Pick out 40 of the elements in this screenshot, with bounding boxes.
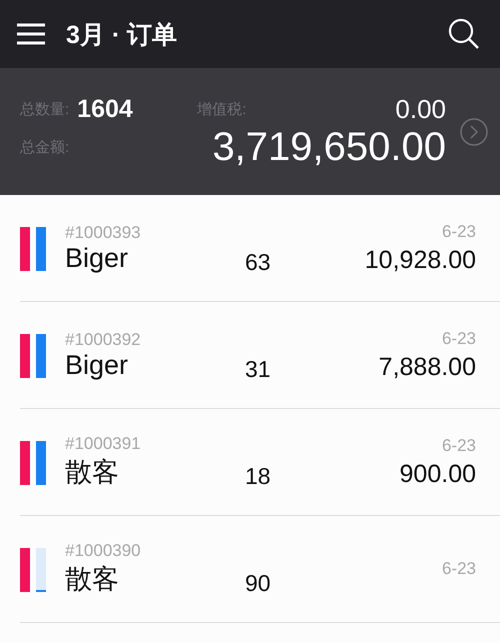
status-meter — [20, 441, 30, 485]
order-row[interactable]: #1000390 散客 90 6-23 — [20, 516, 500, 623]
tax-value: 0.00 — [395, 94, 446, 124]
status-meter — [20, 548, 30, 592]
quantity: 18 — [245, 462, 272, 490]
total-value: 3,719,650.00 — [212, 124, 446, 170]
order-number: #1000392 — [65, 330, 142, 350]
order-date: 6-23 — [442, 328, 476, 348]
order-amount: 7,888.00 — [378, 352, 476, 382]
order-date: 6-23 — [442, 436, 476, 456]
order-number: #1000393 — [65, 222, 142, 242]
order-date: 6-23 — [442, 559, 476, 579]
count-value: 1604 — [77, 94, 134, 124]
customer-name: Biger — [65, 350, 130, 380]
status-meter — [20, 227, 30, 271]
count-label: 总数量: — [20, 100, 70, 118]
status-meter — [36, 441, 46, 485]
customer-name: 散客 — [65, 563, 120, 596]
order-date: 6-23 — [442, 222, 476, 242]
quantity: 31 — [245, 356, 272, 382]
customer-name: Biger — [65, 242, 130, 274]
status-meter — [20, 334, 30, 378]
customer-name: 散客 — [65, 456, 120, 489]
order-row[interactable]: #1000392 Biger 31 6-23 7,888.00 — [20, 302, 500, 409]
page-title: 3月 · 订单 — [66, 20, 178, 50]
quantity: 63 — [245, 248, 272, 276]
order-amount: 900.00 — [400, 460, 476, 488]
menu-icon[interactable] — [16, 23, 46, 45]
order-row[interactable]: #1000393 Biger 63 6-23 10,928.00 — [20, 195, 500, 302]
status-meter — [36, 334, 46, 378]
quantity: 90 — [245, 570, 272, 596]
tax-label: 增值税: — [197, 100, 246, 118]
search-icon[interactable] — [448, 18, 480, 50]
order-number: #1000391 — [65, 434, 142, 454]
total-label: 总金额: — [20, 138, 70, 156]
order-number: #1000390 — [65, 541, 142, 561]
status-meter — [36, 227, 46, 271]
status-meter — [36, 548, 46, 592]
order-row[interactable]: #1000391 散客 18 6-23 900.00 — [20, 409, 500, 516]
order-amount: 10,928.00 — [364, 246, 476, 274]
